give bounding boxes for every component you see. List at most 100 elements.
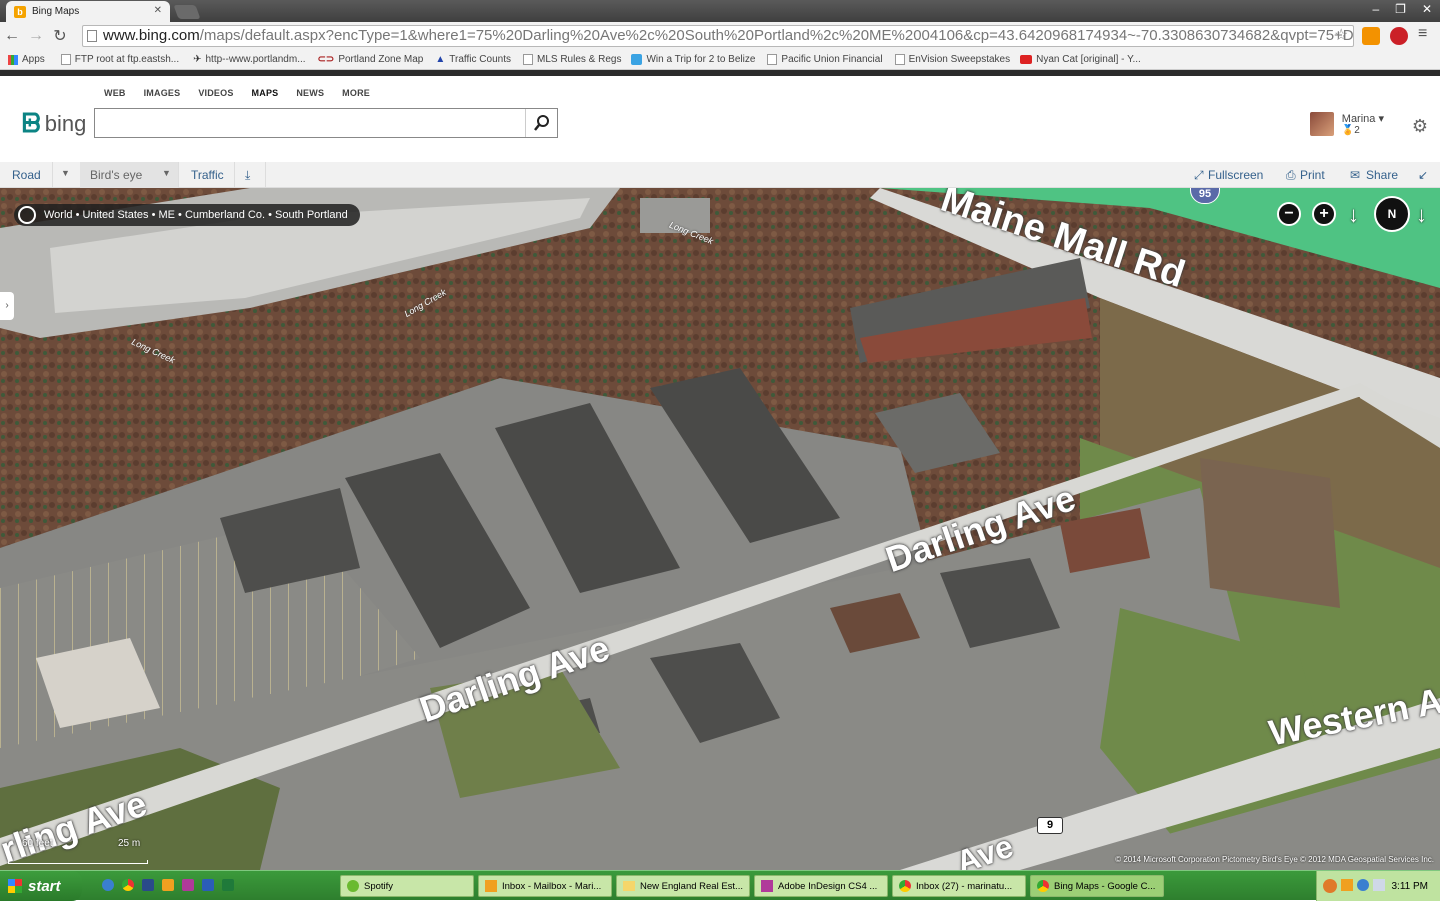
chrome-icon <box>899 880 911 892</box>
pinterest-extension-icon[interactable] <box>1390 27 1408 45</box>
share-button[interactable]: Share <box>1366 168 1398 182</box>
divider <box>52 162 53 188</box>
page-icon <box>767 54 778 65</box>
minimize-icon[interactable]: ‒ <box>1372 2 1379 16</box>
ie-quicklaunch-icon[interactable] <box>102 879 114 891</box>
scale-feet: 60 feet <box>22 838 53 849</box>
map-canvas[interactable]: World • United States • ME • Cumberland … <box>0 188 1440 870</box>
excel-quicklaunch-icon[interactable] <box>222 879 234 891</box>
indesign-quicklaunch-icon[interactable] <box>182 879 194 891</box>
road-button[interactable]: Road <box>12 168 41 182</box>
tray-network-icon[interactable] <box>1373 879 1385 891</box>
compass-button[interactable]: N <box>1374 196 1410 232</box>
taskbar-item-label: Spotify <box>364 880 394 892</box>
rotate-down-icon[interactable]: ↓ <box>1348 202 1359 228</box>
menu-icon[interactable]: ≡ <box>1418 25 1427 43</box>
bookmark-label: Win a Trip for 2 to Belize <box>646 54 756 65</box>
bookmark-item[interactable]: EnVision Sweepstakes <box>894 54 1010 65</box>
back-icon[interactable]: ← <box>0 27 24 45</box>
windows-flag-icon <box>8 879 22 893</box>
scope-images[interactable]: IMAGES <box>144 88 181 98</box>
chrome-icon <box>1037 880 1049 892</box>
scope-nav: WEB IMAGES VIDEOS MAPS NEWS MORE <box>104 88 370 98</box>
taskbar-item-chrome-bing[interactable]: Bing Maps - Google C... <box>1030 875 1164 897</box>
tray-app-icon[interactable] <box>1357 879 1369 891</box>
rss-extension-icon[interactable] <box>1362 27 1380 45</box>
scope-more[interactable]: MORE <box>342 88 370 98</box>
tray-arrow-icon[interactable] <box>1323 879 1337 893</box>
indesign-icon <box>761 880 773 892</box>
outlook-icon <box>485 880 497 892</box>
bookmark-item[interactable]: Nyan Cat [original] - Y... <box>1020 54 1141 65</box>
new-tab-button[interactable] <box>173 5 201 19</box>
traffic-button[interactable]: Traffic <box>191 168 224 182</box>
bing-logo[interactable]: ᗸ bing <box>22 108 86 140</box>
bookmark-item[interactable]: FTP root at ftp.eastsh... <box>60 54 179 65</box>
zoom-out-button[interactable]: − <box>1277 202 1301 226</box>
search-button[interactable] <box>525 109 557 137</box>
taskbar-item-chrome-inbox[interactable]: Inbox (27) - marinatu... <box>892 875 1026 897</box>
chrome-quicklaunch-icon[interactable] <box>122 879 134 891</box>
forward-icon[interactable]: → <box>24 27 48 45</box>
search-input[interactable] <box>95 109 525 135</box>
user-menu[interactable]: Marina ▾ 🏅2 <box>1309 112 1384 136</box>
bookmark-item[interactable]: ▲ Traffic Counts <box>435 54 511 65</box>
tab-bing-maps[interactable]: b Bing Maps ✕ <box>6 1 170 22</box>
taskbar-item-email[interactable]: New England Real Est... <box>616 875 750 897</box>
taskbar-item-label: New England Real Est... <box>640 880 743 892</box>
browser-titlebar: b Bing Maps ✕ ‒ ❐ ✕ <box>0 0 1440 22</box>
breadcrumb[interactable]: World • United States • ME • Cumberland … <box>14 204 360 226</box>
start-label: start <box>28 877 61 895</box>
youtube-icon <box>1020 55 1033 64</box>
birds-eye-dropdown-icon[interactable]: ▼ <box>162 168 171 178</box>
route-9-shield-icon: 9 <box>1037 817 1063 834</box>
collapse-icon[interactable]: ↙ <box>1418 168 1428 182</box>
bookmark-apps[interactable]: Apps <box>8 54 45 65</box>
bookmark-item[interactable]: ✈ http--www.portlandm... <box>193 54 305 65</box>
tray-app-icon[interactable] <box>1341 879 1353 891</box>
zoom-in-button[interactable]: + <box>1312 202 1336 226</box>
taskbar-item-label: Inbox - Mailbox - Mari... <box>502 880 602 892</box>
search-icon <box>533 115 549 131</box>
taskbar-item-spotify[interactable]: Spotify <box>340 875 474 897</box>
bookmark-item[interactable]: ⊂⊃ Portland Zone Map <box>318 54 424 65</box>
road-dropdown-icon[interactable]: ▼ <box>61 168 70 178</box>
restore-icon[interactable]: ❐ <box>1395 2 1406 16</box>
scope-videos[interactable]: VIDEOS <box>198 88 233 98</box>
address-bar[interactable]: www.bing.com/maps/default.aspx?encType=1… <box>82 25 1354 47</box>
fullscreen-icon: ⤢ <box>1194 168 1204 182</box>
bing-favicon-icon: b <box>14 5 26 18</box>
taskbar-item-outlook[interactable]: Inbox - Mailbox - Mari... <box>478 875 612 897</box>
start-button[interactable]: start <box>0 871 82 901</box>
close-window-icon[interactable]: ✕ <box>1422 2 1432 16</box>
clock[interactable]: 3:11 PM <box>1392 881 1429 892</box>
chevron-down-icon: ▾ <box>1378 113 1384 125</box>
breadcrumb-text: World • United States • ME • Cumberland … <box>44 209 348 221</box>
gear-icon[interactable]: ⚙ <box>1412 116 1428 137</box>
bookmark-item[interactable]: Pacific Union Financial <box>767 54 883 65</box>
scope-maps[interactable]: MAPS <box>252 88 279 98</box>
rotate-up-icon[interactable]: ↓ <box>1416 202 1427 228</box>
bookmark-star-icon[interactable]: ☆ <box>1334 25 1348 45</box>
window-controls: ‒ ❐ ✕ <box>1372 2 1432 16</box>
download-icon[interactable]: ⤓ <box>245 168 250 183</box>
scope-news[interactable]: NEWS <box>296 88 324 98</box>
page-icon <box>87 30 97 42</box>
outlook-quicklaunch-icon[interactable] <box>162 879 174 891</box>
expand-panel-icon[interactable]: › <box>0 292 14 320</box>
word-quicklaunch-icon[interactable] <box>202 879 214 891</box>
bookmark-item[interactable]: Win a Trip for 2 to Belize <box>631 54 755 65</box>
taskbar-item-label: Adobe InDesign CS4 ... <box>778 880 878 892</box>
close-tab-icon[interactable]: ✕ <box>154 5 162 16</box>
bookmark-item[interactable]: MLS Rules & Regs <box>522 54 621 65</box>
scope-web[interactable]: WEB <box>104 88 126 98</box>
taskbar-item-indesign[interactable]: Adobe InDesign CS4 ... <box>754 875 888 897</box>
reload-icon[interactable]: ↻ <box>48 26 72 46</box>
print-icon: ⎙ <box>1286 168 1296 182</box>
copyright: © 2014 Microsoft Corporation Pictometry … <box>1115 855 1434 864</box>
fullscreen-button[interactable]: Fullscreen <box>1208 168 1263 182</box>
print-button[interactable]: Print <box>1300 168 1325 182</box>
bookmark-label: http--www.portlandm... <box>205 54 306 65</box>
taskbar-item-label: Bing Maps - Google C... <box>1054 880 1156 892</box>
app-quicklaunch-icon[interactable] <box>142 879 154 891</box>
